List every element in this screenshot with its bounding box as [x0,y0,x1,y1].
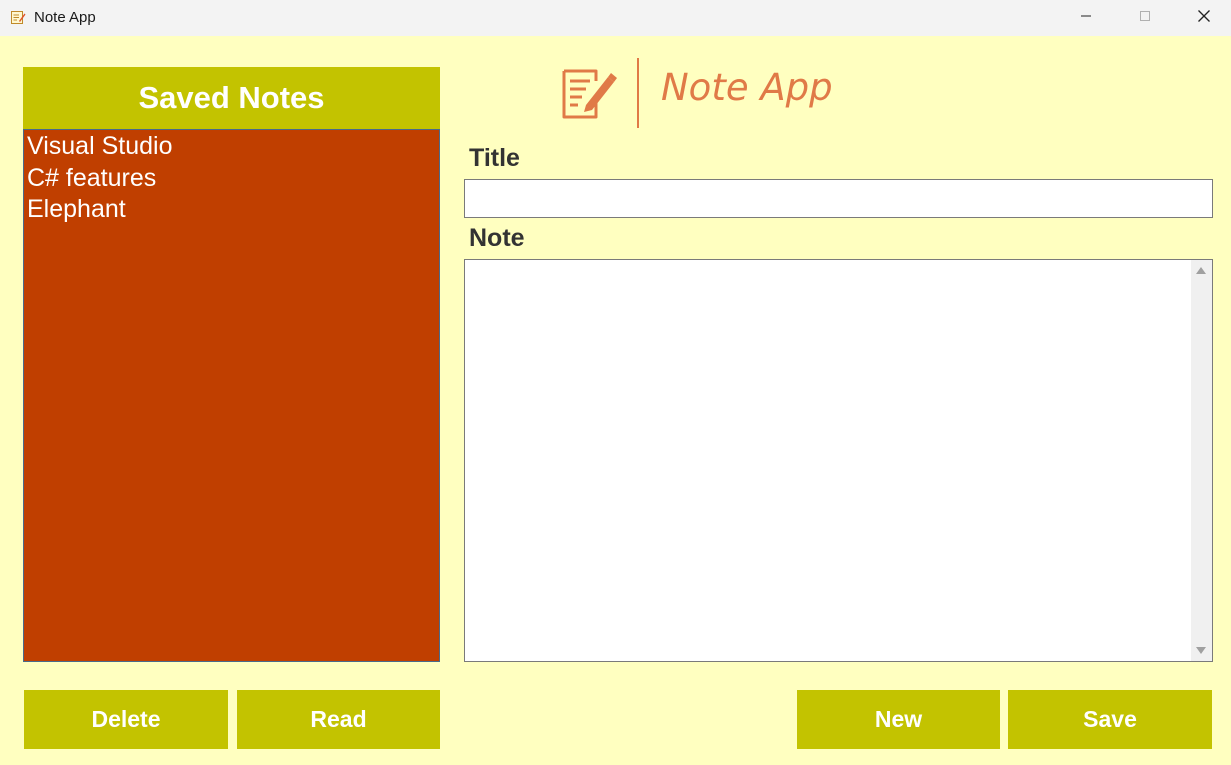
notepad-icon [10,9,26,25]
close-button[interactable] [1175,0,1231,36]
logo-text: Note App [661,66,833,109]
window-titlebar: Note App [0,0,1231,36]
maximize-button[interactable] [1116,0,1174,36]
read-button[interactable]: Read [237,690,440,749]
logo-divider [637,58,639,128]
list-item[interactable]: C# features [27,163,436,195]
note-textarea[interactable] [465,260,1191,661]
close-icon [1197,9,1211,28]
list-item[interactable]: Elephant [27,194,436,226]
note-field [464,259,1213,662]
save-button[interactable]: Save [1008,690,1212,749]
saved-notes-header: Saved Notes [23,67,440,129]
new-button[interactable]: New [797,690,1000,749]
minimize-button[interactable] [1057,0,1115,36]
scroll-up-icon[interactable] [1196,267,1206,274]
note-scrollbar[interactable] [1191,260,1212,661]
delete-button[interactable]: Delete [24,690,228,749]
list-item[interactable]: Visual Studio [27,131,436,163]
saved-notes-list[interactable]: Visual Studio C# features Elephant [23,129,440,662]
minimize-icon [1080,9,1092,27]
window-title: Note App [34,9,96,26]
title-input[interactable] [464,179,1213,218]
note-edit-icon [560,67,618,121]
note-label: Note [469,224,525,252]
maximize-icon [1139,9,1151,27]
scroll-down-icon[interactable] [1196,647,1206,654]
title-label: Title [469,144,520,172]
